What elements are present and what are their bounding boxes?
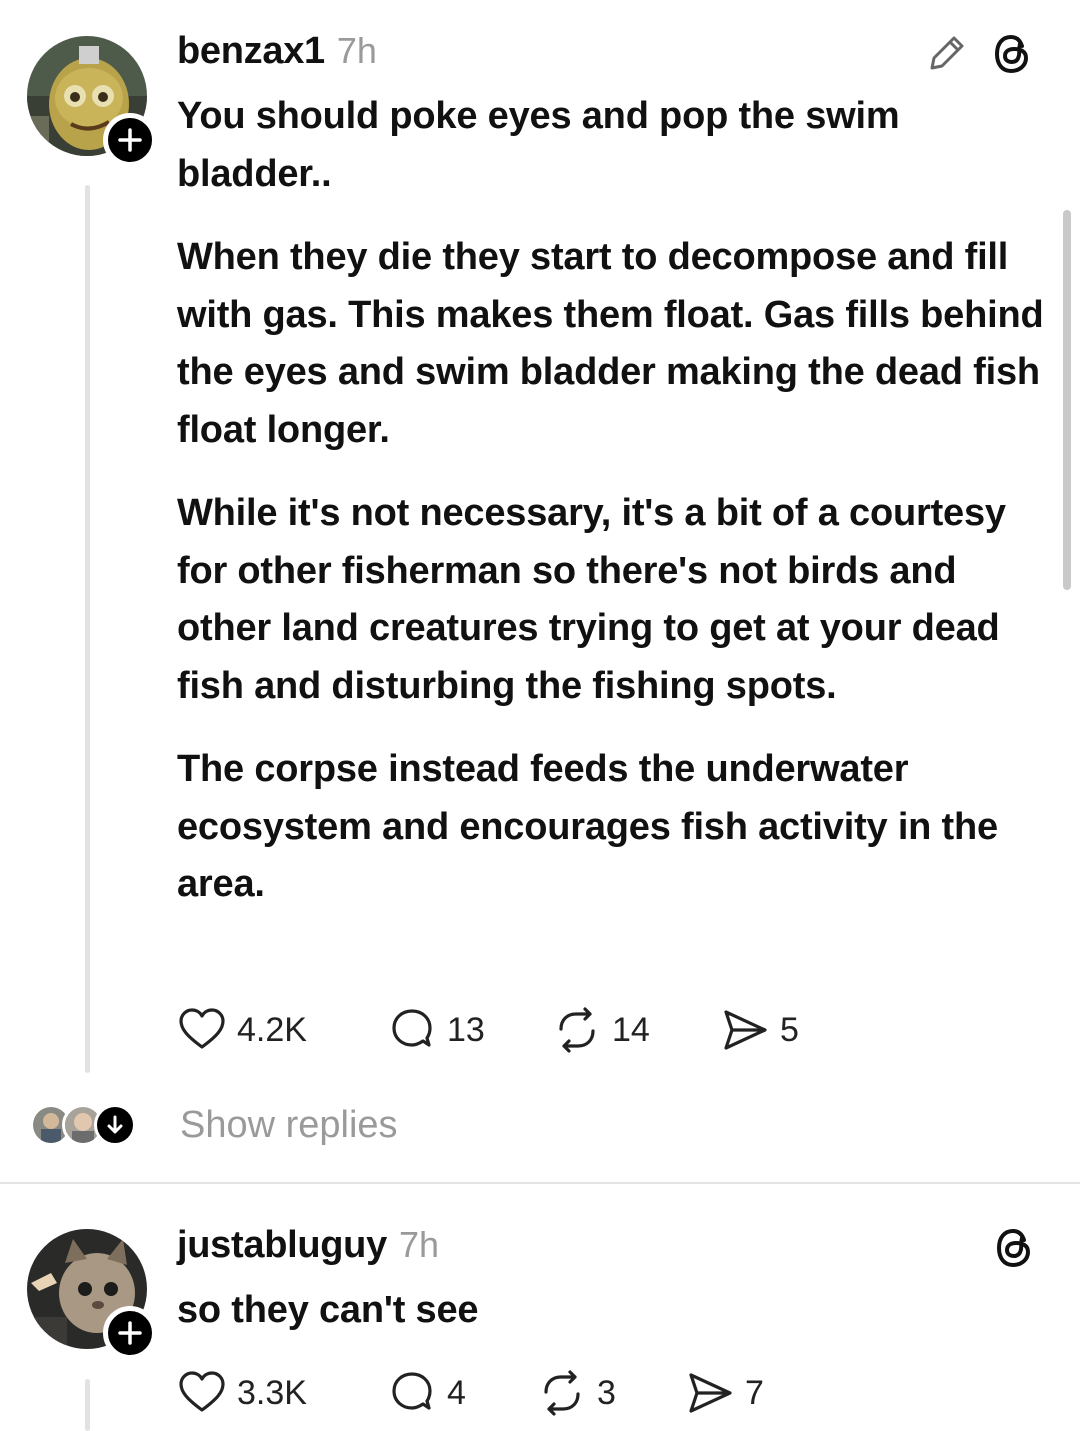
like-count: 3.3K [237,1373,307,1412]
like-count: 4.2K [237,1010,307,1049]
post-paragraph: so they can't see [177,1289,479,1331]
comment-icon [392,1372,432,1410]
post-body: You should poke eyes and pop the swim bl… [177,88,1047,940]
arrow-down-icon [94,1104,136,1146]
thread-line [85,185,90,1073]
post-justabluguy: justabluguy 7h so they can't see 3.3K 4 [0,1184,1080,1431]
timestamp: 7h [398,1224,439,1265]
timestamp: 7h [336,30,377,71]
reply-button[interactable]: 13 [387,1005,552,1055]
send-icon [724,1010,767,1050]
reply-count: 4 [447,1373,466,1412]
heart-icon [179,1371,225,1412]
follow-button[interactable] [103,113,157,167]
threads-logo-icon[interactable] [992,1226,1036,1275]
reply-button[interactable]: 4 [387,1368,537,1418]
heart-icon [179,1008,225,1049]
share-button[interactable]: 5 [720,1005,799,1055]
post-paragraph: While it's not necessary, it's a bit of … [177,492,1006,707]
like-button[interactable]: 3.3K [177,1368,387,1418]
threads-logo-icon[interactable] [990,32,1034,81]
post-header: benzax1 7h [177,30,377,73]
reply-avatars[interactable] [30,1104,136,1146]
post-actions: 3.3K 4 3 7 [177,1368,764,1418]
comment-icon [392,1009,432,1047]
post-paragraph: When they die they start to decompose an… [177,236,1044,451]
username[interactable]: benzax1 [177,30,325,73]
repost-count: 14 [612,1010,650,1049]
show-replies-link[interactable]: Show replies [180,1104,398,1147]
repost-icon [544,1370,580,1416]
scrollbar[interactable] [1063,210,1071,590]
repost-icon [559,1007,595,1053]
reply-count: 13 [447,1010,485,1049]
post-benzax1: benzax1 7h You should poke eyes and pop … [0,0,1080,1183]
edit-pencil-icon[interactable] [924,32,968,81]
like-button[interactable]: 4.2K [177,1005,387,1055]
share-button[interactable]: 7 [685,1368,764,1418]
post-actions: 4.2K 13 14 5 [177,1005,799,1055]
post-header: justabluguy 7h [177,1224,439,1267]
share-count: 7 [745,1373,764,1412]
post-body: so they can't see [177,1282,1047,1340]
plus-icon [118,1321,142,1345]
post-paragraph: The corpse instead feeds the underwater … [177,748,998,905]
thread-line [85,1379,90,1431]
repost-button[interactable]: 14 [552,1005,720,1055]
follow-button[interactable] [103,1306,157,1360]
repost-button[interactable]: 3 [537,1368,685,1418]
send-icon [689,1373,732,1413]
plus-icon [118,128,142,152]
username[interactable]: justabluguy [177,1224,387,1267]
repost-count: 3 [597,1373,616,1412]
share-count: 5 [780,1010,799,1049]
post-paragraph: You should poke eyes and pop the swim bl… [177,95,900,195]
